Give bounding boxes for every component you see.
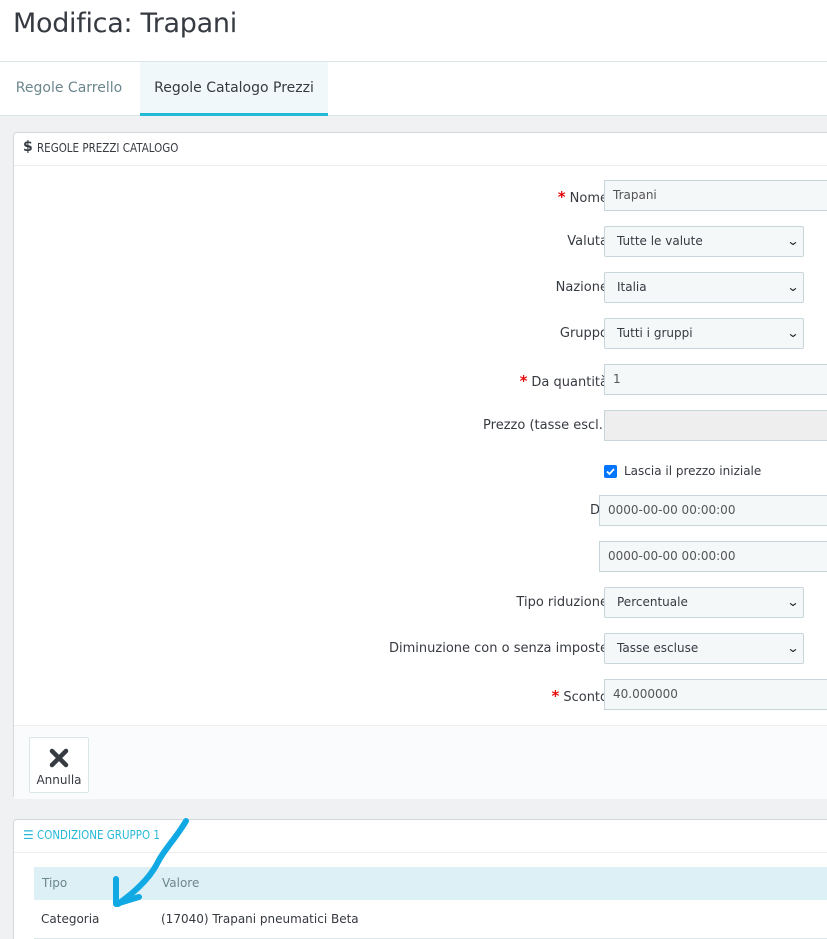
condition-group-panel: ☰ Condizione gruppo 1 Tipo Valore Catego… bbox=[13, 819, 827, 939]
price-label: Prezzo (tasse escl.) bbox=[483, 418, 608, 433]
panel-title: Condizione gruppo 1 bbox=[37, 828, 160, 842]
catalog-price-rule-panel: $ Regole prezzi catalogo * Nome Trapani V… bbox=[13, 132, 827, 799]
page-header: Modifica: Trapani bbox=[0, 0, 827, 62]
column-header-type: Tipo bbox=[42, 876, 68, 890]
chevron-down-icon: ⌄ bbox=[786, 326, 800, 340]
panel-title: Regole prezzi catalogo bbox=[37, 141, 179, 155]
group-label: Gruppo bbox=[559, 326, 608, 341]
reduction-input[interactable]: 40.000000 bbox=[604, 679, 827, 710]
panel-footer: Annulla bbox=[14, 725, 827, 799]
chevron-down-icon: ⌄ bbox=[786, 234, 800, 248]
name-input[interactable]: Trapani bbox=[604, 180, 827, 211]
tab-cart-rules[interactable]: Regole Carrello bbox=[0, 62, 138, 116]
chevron-down-icon: ⌄ bbox=[786, 641, 800, 655]
column-header-value: Valore bbox=[162, 876, 200, 890]
reduction-type-select[interactable]: Percentuale ⌄ bbox=[604, 587, 804, 618]
tab-catalog-price-rules[interactable]: Regole Catalogo Prezzi bbox=[140, 62, 328, 116]
table-header: Tipo Valore bbox=[34, 867, 827, 900]
cell-value: (17040) Trapani pneumatici Beta bbox=[161, 912, 359, 926]
reduction-type-label: Tipo riduzione bbox=[516, 595, 608, 610]
panel-heading: $ Regole prezzi catalogo bbox=[14, 133, 827, 166]
required-asterisk: * bbox=[551, 687, 560, 705]
page-title: Modifica: Trapani bbox=[13, 8, 237, 39]
cancel-button-label: Annulla bbox=[36, 773, 82, 787]
country-label: Nazione bbox=[555, 280, 608, 295]
reduction-tax-select[interactable]: Tasse escluse ⌄ bbox=[604, 633, 804, 664]
close-icon bbox=[49, 748, 69, 768]
leave-base-price-checkbox[interactable] bbox=[604, 465, 617, 478]
dollar-icon: $ bbox=[23, 139, 33, 155]
required-asterisk: * bbox=[557, 188, 566, 206]
country-select[interactable]: Italia ⌄ bbox=[604, 272, 804, 303]
currency-select[interactable]: Tutte le valute ⌄ bbox=[604, 226, 804, 257]
to-date-input[interactable]: 0000-00-00 00:00:00 bbox=[599, 541, 827, 572]
from-date-input[interactable]: 0000-00-00 00:00:00 bbox=[599, 495, 827, 526]
currency-label: Valuta bbox=[567, 234, 608, 249]
name-label: * Nome bbox=[557, 188, 608, 206]
list-icon: ☰ bbox=[23, 828, 34, 842]
panel-heading: ☰ Condizione gruppo 1 bbox=[14, 820, 827, 853]
chevron-down-icon: ⌄ bbox=[786, 595, 800, 609]
reduction-tax-label: Diminuzione con o senza imposte bbox=[389, 641, 608, 656]
from-quantity-input[interactable]: 1 bbox=[604, 364, 827, 395]
required-asterisk: * bbox=[519, 372, 528, 390]
from-quantity-label: * Da quantità bbox=[519, 372, 608, 390]
reduction-label: * Sconto bbox=[551, 687, 608, 705]
tab-bar: Regole Carrello Regole Catalogo Prezzi bbox=[0, 62, 827, 116]
price-input[interactable] bbox=[604, 410, 827, 441]
table-row: Categoria (17040) Trapani pneumatici Bet… bbox=[34, 901, 827, 939]
cell-type: Categoria bbox=[41, 912, 100, 926]
chevron-down-icon: ⌄ bbox=[786, 280, 800, 294]
group-select[interactable]: Tutti i gruppi ⌄ bbox=[604, 318, 804, 349]
leave-base-price-label: Lascia il prezzo iniziale bbox=[624, 464, 762, 478]
cancel-button[interactable]: Annulla bbox=[29, 737, 89, 793]
